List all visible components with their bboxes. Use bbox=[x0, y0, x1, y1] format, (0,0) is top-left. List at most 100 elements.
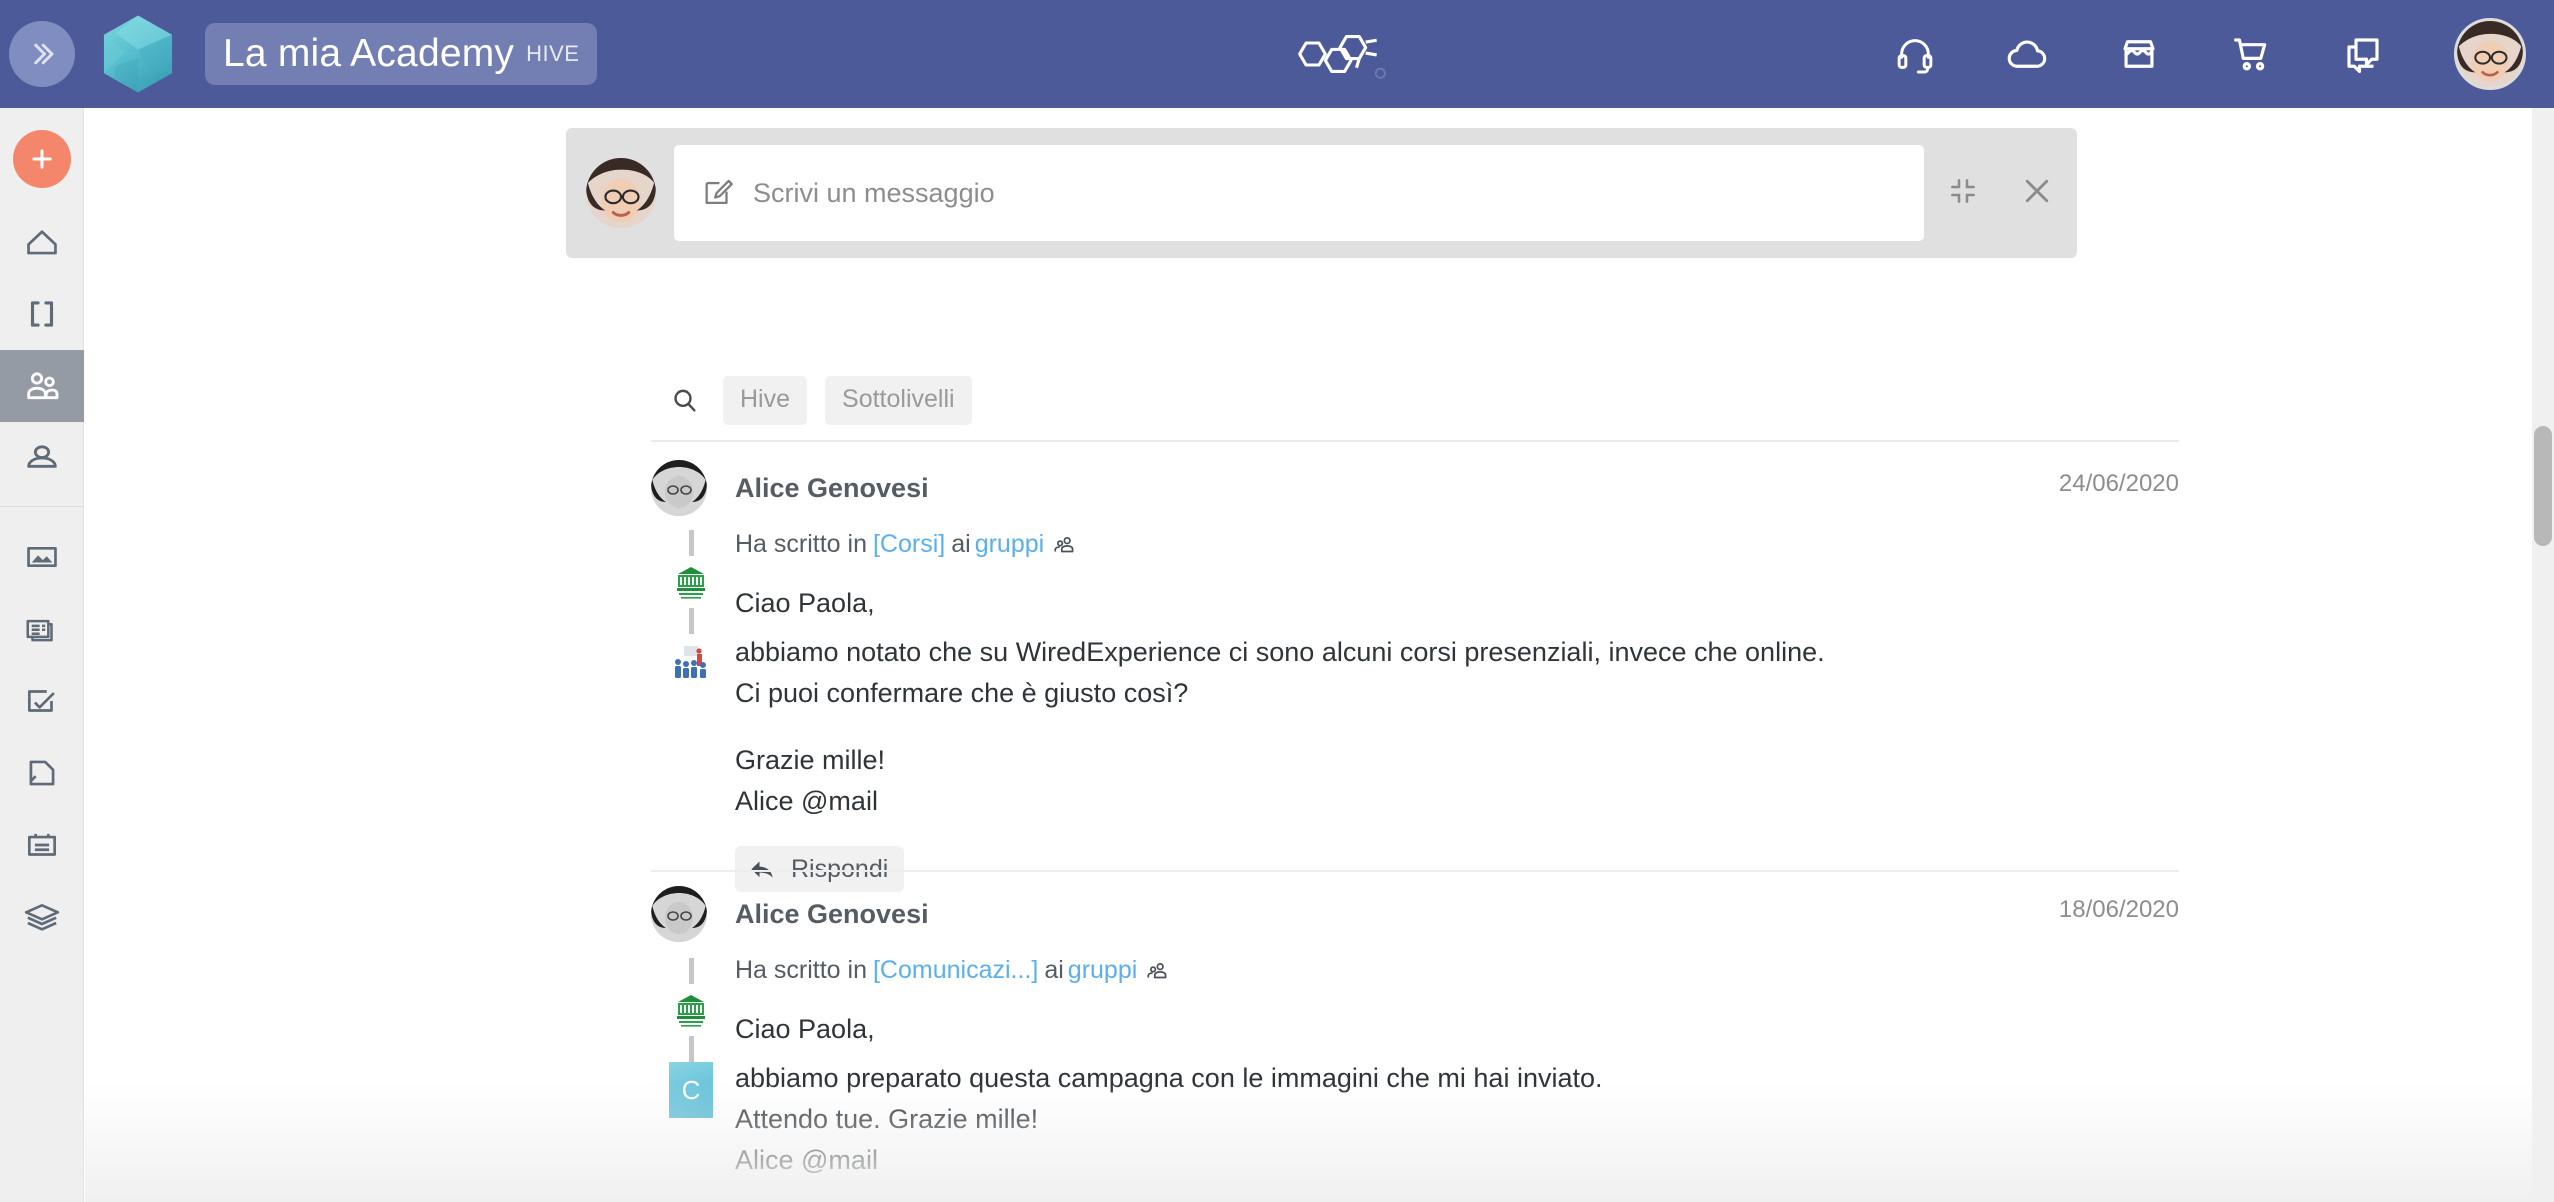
people-group-icon bbox=[27, 372, 59, 400]
scrollbar-track[interactable] bbox=[2532, 108, 2554, 1202]
chat-bubbles-icon[interactable] bbox=[2342, 33, 2384, 75]
image-icon bbox=[27, 546, 57, 568]
message-meta-mid: ai bbox=[951, 530, 971, 558]
cloud-icon[interactable] bbox=[2006, 33, 2048, 75]
message-line: Grazie mille! bbox=[735, 745, 886, 775]
news-cards-icon bbox=[26, 619, 53, 642]
message-item: Alice Genovesi 24/06/2020 Ha scritto in … bbox=[651, 460, 2179, 892]
hive-molecule-logo-icon bbox=[1298, 35, 1386, 79]
campaign-initial-letter: C bbox=[681, 1074, 701, 1105]
message-target-link[interactable]: gruppi bbox=[1068, 956, 1138, 985]
close-button[interactable] bbox=[2019, 173, 2055, 214]
timeline-bar bbox=[688, 530, 694, 556]
calendar-icon bbox=[27, 833, 57, 856]
sidebar-item-brackets[interactable] bbox=[0, 278, 84, 350]
message-timeline: C bbox=[659, 958, 723, 1118]
filter-bar: Hive Sottolivelli bbox=[665, 376, 972, 425]
chevron-double-right-icon bbox=[34, 43, 54, 65]
sidebar-item-courses[interactable] bbox=[0, 881, 84, 953]
checklist-icon bbox=[27, 690, 55, 712]
document-icon bbox=[29, 760, 55, 786]
message-line: Ci puoi confermare che è giusto così? bbox=[735, 678, 1189, 708]
timeline-bar bbox=[688, 1036, 694, 1062]
person-card-icon bbox=[27, 445, 57, 468]
layers-graduation-icon bbox=[24, 904, 60, 931]
headset-icon[interactable] bbox=[1894, 33, 1936, 75]
message-target-link[interactable]: gruppi bbox=[975, 530, 1045, 559]
message-line: abbiamo preparato questa campagna con le… bbox=[735, 1063, 1603, 1093]
compose-panel: Scrivi un messaggio bbox=[566, 128, 2077, 258]
message-meta-prefix: Ha scritto in bbox=[735, 956, 867, 984]
sidebar-item-agenda[interactable] bbox=[0, 809, 84, 881]
compose-edit-icon bbox=[705, 179, 733, 205]
hexagon-logo-icon bbox=[103, 15, 173, 93]
message-meta-prefix: Ha scritto in bbox=[735, 530, 867, 558]
school-building-thumb bbox=[671, 990, 711, 1030]
message-header: Alice Genovesi 18/06/2020 bbox=[651, 886, 2179, 942]
scrollbar-thumb[interactable] bbox=[2534, 426, 2552, 546]
message-timeline bbox=[659, 530, 723, 686]
search-button[interactable] bbox=[665, 381, 705, 421]
collapse-button[interactable] bbox=[1947, 175, 1979, 212]
message-item: Alice Genovesi 18/06/2020 C Ha scritto i… bbox=[651, 886, 2179, 1202]
main-content: Scrivi un messaggio Hive Sottolivelli Al… bbox=[85, 108, 2554, 1202]
message-date: 24/06/2020 bbox=[2058, 470, 2179, 497]
top-bar: La mia Academy HIVE bbox=[0, 0, 2554, 108]
top-bar-actions bbox=[1894, 0, 2526, 108]
avatar[interactable] bbox=[2454, 18, 2526, 90]
plus-icon bbox=[31, 149, 52, 169]
message-input[interactable]: Scrivi un messaggio bbox=[674, 145, 1924, 241]
message-line: Alice @mail bbox=[735, 786, 878, 816]
search-icon bbox=[674, 389, 696, 412]
message-author-name: Alice Genovesi bbox=[735, 898, 929, 929]
collapse-icon bbox=[1951, 178, 1975, 203]
timeline-bar bbox=[688, 608, 694, 634]
group-people-icon bbox=[1054, 536, 1074, 552]
sidebar-item-people[interactable] bbox=[0, 350, 84, 422]
message-body: Ha scritto in [Comunicazi...] ai gruppi … bbox=[735, 956, 2179, 1181]
close-icon bbox=[2025, 179, 2049, 202]
reply-arrow-icon bbox=[751, 861, 773, 878]
store-icon[interactable] bbox=[2118, 33, 2160, 75]
campaign-initial-thumb: C bbox=[669, 1062, 713, 1118]
home-icon bbox=[27, 230, 57, 255]
workspace-title: La mia Academy bbox=[223, 32, 515, 75]
sidebar-item-tasks[interactable] bbox=[0, 665, 84, 737]
message-line: Ciao Paola, bbox=[735, 1014, 875, 1044]
sidebar-item-documents[interactable] bbox=[0, 737, 84, 809]
message-body: Ha scritto in [Corsi] ai gruppi Ciao Pao… bbox=[735, 530, 2179, 822]
school-building-thumb bbox=[671, 562, 711, 602]
compose-user-avatar bbox=[586, 158, 656, 228]
message-author-name: Alice Genovesi bbox=[735, 472, 929, 503]
message-header: Alice Genovesi 24/06/2020 bbox=[651, 460, 2179, 516]
message-meta: Ha scritto in [Corsi] ai gruppi bbox=[735, 530, 2179, 559]
crowd-people-thumb bbox=[671, 640, 711, 680]
message-line: abbiamo notato che su WiredExperience ci… bbox=[735, 637, 1825, 667]
message-meta: Ha scritto in [Comunicazi...] ai gruppi bbox=[735, 956, 2179, 985]
sidebar-item-gallery[interactable] bbox=[0, 521, 84, 593]
sidebar-item-home[interactable] bbox=[0, 206, 84, 278]
sidebar-expand-button[interactable] bbox=[9, 21, 75, 87]
sidebar-item-news[interactable] bbox=[0, 593, 84, 665]
message-meta-mid: ai bbox=[1044, 956, 1064, 984]
add-button[interactable] bbox=[12, 130, 71, 188]
message-author-avatar[interactable] bbox=[651, 460, 707, 516]
message-date: 18/06/2020 bbox=[2058, 896, 2179, 923]
filter-chip-hive[interactable]: Hive bbox=[723, 376, 808, 425]
group-people-icon bbox=[1147, 962, 1167, 978]
reply-button-label: Rispondi bbox=[791, 854, 889, 883]
sidebar-divider bbox=[0, 506, 84, 507]
workspace-title-pill[interactable]: La mia Academy HIVE bbox=[205, 23, 598, 85]
avatar-image bbox=[2457, 21, 2523, 87]
message-input-placeholder: Scrivi un messaggio bbox=[753, 177, 995, 208]
message-author-avatar[interactable] bbox=[651, 886, 707, 942]
filter-chip-sottolivelli[interactable]: Sottolivelli bbox=[825, 376, 972, 425]
message-channel-link[interactable]: [Comunicazi...] bbox=[873, 956, 1038, 985]
filter-divider bbox=[651, 440, 2179, 442]
message-channel-link[interactable]: [Corsi] bbox=[873, 530, 945, 559]
message-line: Ciao Paola, bbox=[735, 588, 875, 618]
sidebar-item-contacts[interactable] bbox=[0, 422, 84, 494]
workspace-subtitle: HIVE bbox=[526, 41, 580, 66]
cart-icon[interactable] bbox=[2230, 33, 2272, 75]
